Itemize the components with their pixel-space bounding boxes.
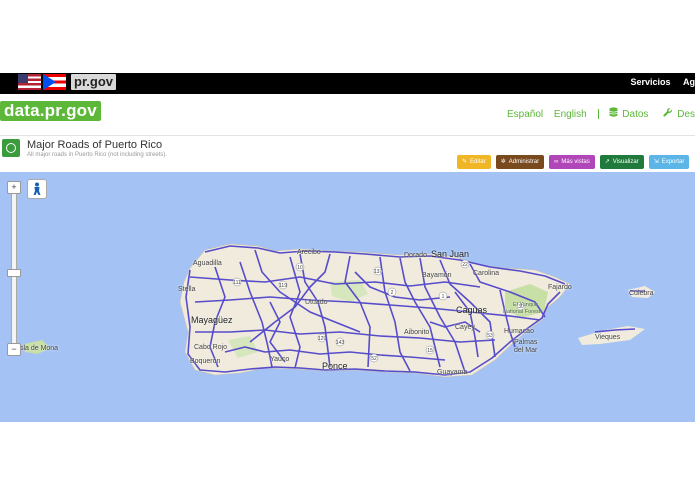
nav-item-desa-label: Desa: [677, 109, 695, 120]
dataset-subtitle: All major roads in Puerto Rico (not incl…: [27, 152, 168, 158]
map-label-aguadilla: Aguadilla: [193, 260, 222, 267]
route-shield-2-text: 2: [391, 290, 394, 296]
map-label-dorado: Dorado: [404, 252, 427, 259]
government-top-bar: pr.gov Servicios Ag: [0, 73, 695, 94]
map-label-bayamon: Bayamón: [422, 272, 452, 279]
visualize-button-label: Visualizar: [612, 159, 639, 165]
flags-group: pr.gov: [18, 74, 117, 90]
route-shield-10: 10: [295, 262, 305, 272]
map-label-caguas: Caguas: [456, 305, 488, 315]
map-label-isla-de-mona: Isla de Mona: [18, 345, 59, 352]
top-nav: Servicios Ag: [620, 77, 695, 87]
route-shield-2: 2: [387, 287, 397, 297]
map-label-humacao: Humacao: [504, 328, 534, 335]
visualize-button[interactable]: ↗ Visualizar: [599, 155, 644, 169]
nav-item-desa[interactable]: Desa: [663, 107, 695, 120]
map-canvas[interactable]: 111 119 10 129 143 137 52 30 2 22 53 15 …: [0, 172, 695, 422]
nav-item-datos[interactable]: Datos: [609, 107, 651, 120]
route-shield-129-text: 129: [318, 336, 327, 342]
route-shield-53-text: 53: [487, 333, 493, 339]
route-shield-111-text: 111: [233, 280, 241, 286]
route-shield-15: 15: [425, 345, 435, 355]
wrench-icon: [663, 107, 673, 120]
export-button[interactable]: ⇲ Exportar: [648, 155, 690, 169]
route-shield-52-text: 52: [371, 356, 377, 362]
map-label-san-juan: San Juan: [431, 249, 470, 259]
map-label-guayama: Guayama: [437, 369, 468, 376]
map-dataset-icon: [2, 139, 20, 157]
route-shield-137-text: 137: [374, 269, 383, 275]
gear-icon: ✲: [500, 159, 506, 165]
map-label-mayaguez: Mayagüez: [191, 315, 233, 325]
main-nav: Español English Datos Desa: [507, 107, 695, 120]
admin-button[interactable]: ✲ Administrar: [495, 155, 545, 169]
map-label-arecibo: Arecibo: [297, 249, 321, 256]
route-shield-119-text: 119: [279, 283, 287, 289]
edit-button[interactable]: ✎ Editar: [457, 155, 491, 169]
zoom-in-button[interactable]: +: [7, 181, 21, 194]
edit-button-label: Editar: [470, 159, 486, 165]
zoom-slider-handle[interactable]: [7, 269, 21, 277]
site-header: data.pr.gov Español English Datos Desa: [0, 94, 695, 136]
admin-button-label: Administrar: [508, 159, 540, 165]
nav-item-datos-label: Datos: [622, 109, 649, 120]
prgov-badge[interactable]: pr.gov: [71, 74, 117, 90]
route-shield-1: 1: [438, 291, 448, 301]
route-shield-111: 111: [232, 277, 242, 287]
route-shield-137: 137: [373, 266, 383, 276]
route-shield-1-text: 1: [442, 294, 445, 300]
route-shield-53: 53: [485, 330, 495, 340]
top-nav-ag[interactable]: Ag: [683, 77, 695, 87]
route-shield-143-text: 143: [336, 340, 345, 346]
more-views-button[interactable]: ∞ Más vistas: [549, 155, 595, 169]
route-shield-129: 129: [317, 333, 327, 343]
map-label-stella: Stella: [178, 286, 196, 293]
map-label-el-yunque: El Yunque: [513, 302, 538, 308]
pencil-icon: ✎: [462, 159, 468, 165]
map-label-boqueron: Boquerón: [190, 358, 221, 365]
map-label-palmas-del-mar: Palmas del Mar: [514, 339, 538, 354]
chart-icon: ↗: [604, 159, 610, 165]
route-shield-22: 22: [460, 259, 470, 269]
dataset-title: Major Roads of Puerto Rico: [27, 139, 163, 151]
export-icon: ⇲: [653, 159, 659, 165]
map-label-fajardo: Fajardo: [548, 284, 572, 291]
map-label-utuado: Utuado: [305, 299, 328, 306]
map-label-yauco: Yauco: [270, 356, 290, 363]
route-shield-119: 119: [278, 280, 288, 290]
route-shield-22-text: 22: [462, 262, 468, 268]
zoom-control: + −: [7, 181, 21, 356]
map-layer: 111 119 10 129 143 137 52 30 2 22 53 15 …: [24, 243, 655, 378]
map-label-vieques: Vieques: [595, 334, 621, 341]
dataset-header: Major Roads of Puerto Rico All major roa…: [0, 136, 695, 172]
route-shield-143: 143: [335, 337, 345, 347]
export-button-label: Exportar: [661, 159, 685, 165]
binoculars-icon: ∞: [554, 159, 559, 165]
map-label-cayey: Cayey: [455, 324, 475, 331]
more-views-button-label: Más vistas: [561, 159, 590, 165]
site-logo[interactable]: data.pr.gov: [0, 101, 101, 121]
us-flag-icon[interactable]: [18, 74, 41, 90]
nav-divider: [597, 109, 599, 120]
language-espanol-link[interactable]: Español: [507, 109, 543, 120]
database-icon: [609, 107, 618, 120]
route-shield-15-text: 15: [427, 348, 433, 354]
top-nav-servicios[interactable]: Servicios: [630, 77, 670, 87]
map-label-culebra: Culebra: [629, 290, 654, 297]
map-label-aibonito: Aibonito: [404, 329, 430, 336]
map-label-carolina: Carolina: [473, 270, 500, 277]
puerto-rico-flag-icon[interactable]: [43, 74, 66, 90]
language-english-link[interactable]: English: [554, 109, 587, 120]
route-shield-10-text: 10: [297, 265, 303, 271]
pegman-icon[interactable]: [27, 179, 47, 199]
map-label-ponce: Ponce: [322, 361, 348, 371]
zoom-out-button[interactable]: −: [7, 343, 21, 356]
route-shield-52: 52: [369, 353, 379, 363]
dataset-action-buttons: ✎ Editar ✲ Administrar ∞ Más vistas ↗ Visual…: [457, 155, 690, 169]
map-label-cabo-rojo: Cabo Rojo: [194, 344, 228, 351]
map-label-yunque-forest: National Forest: [503, 309, 541, 315]
